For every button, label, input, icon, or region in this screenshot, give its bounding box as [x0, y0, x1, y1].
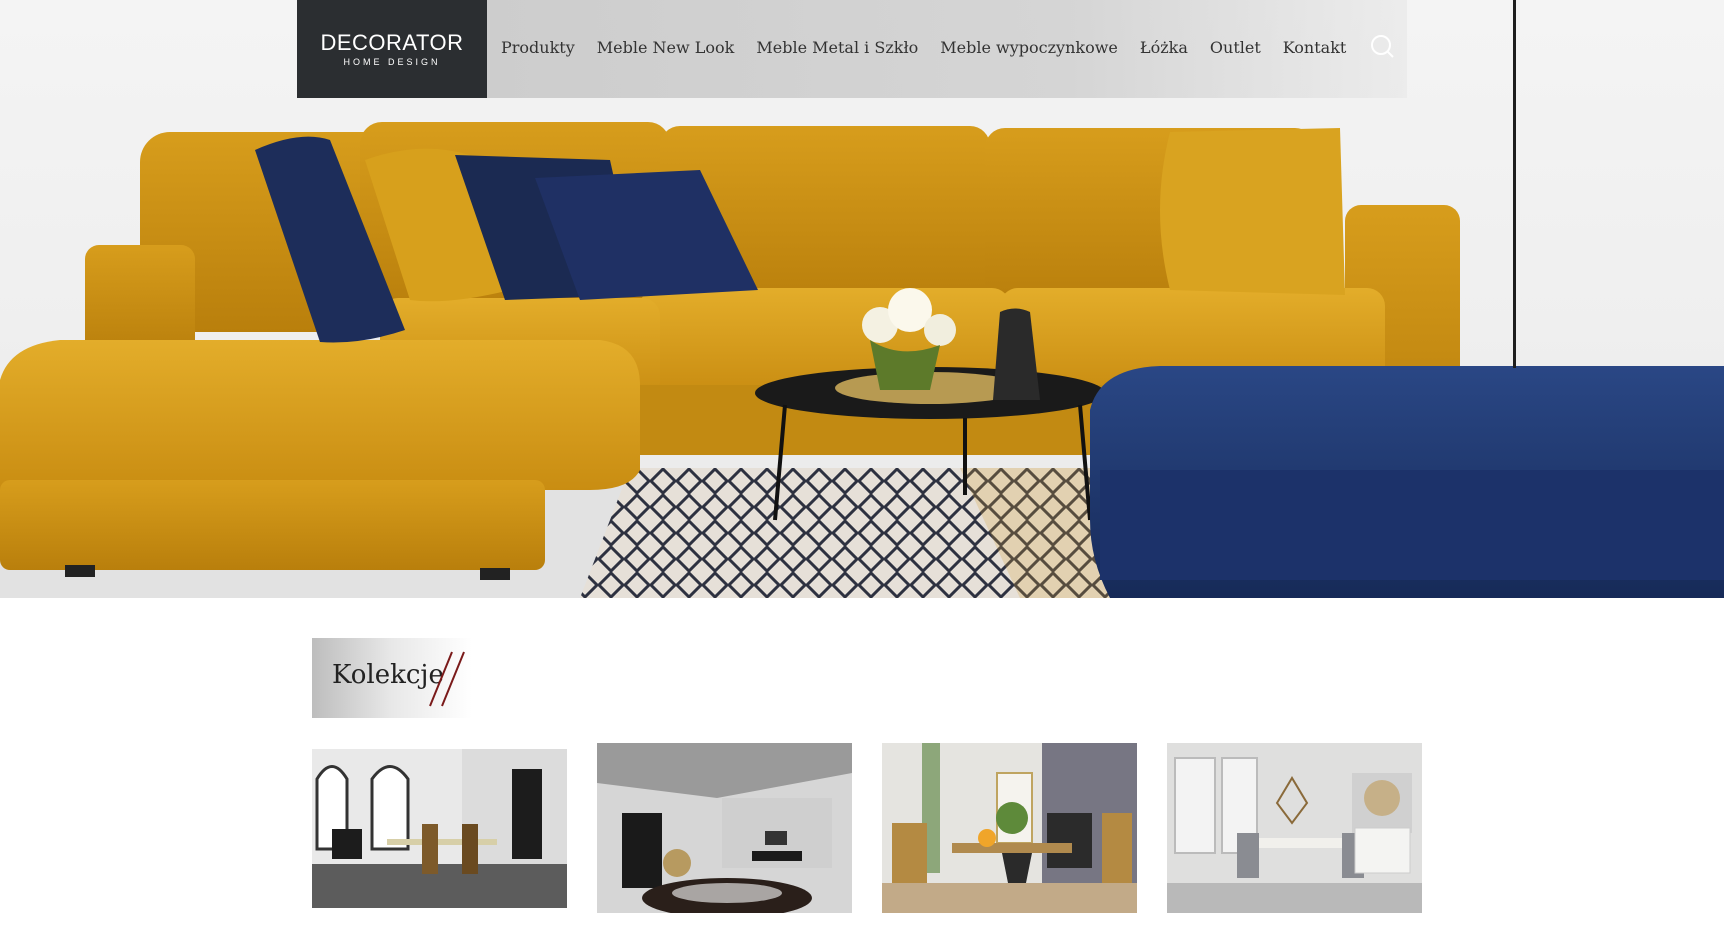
collection-card[interactable] — [1167, 743, 1422, 942]
collection-image-3[interactable] — [882, 743, 1137, 913]
main-navigation: Produkty Meble New Look Meble Metal i Sz… — [501, 0, 1395, 94]
double-slash-icon — [429, 651, 465, 707]
nav-item-meble-new-look[interactable]: Meble New Look — [597, 38, 735, 57]
collection-label — [312, 930, 567, 942]
collection-card[interactable] — [882, 743, 1137, 942]
site-header: DECORATOR HOME DESIGN Produkty Meble New… — [0, 0, 1724, 98]
search-icon[interactable] — [1369, 34, 1395, 60]
collection-card[interactable] — [597, 743, 852, 942]
collection-label — [1167, 935, 1422, 942]
nav-item-meble-metal-i-szklo[interactable]: Meble Metal i Szkło — [756, 38, 918, 57]
collection-label — [882, 935, 1137, 942]
nav-item-kontakt[interactable]: Kontakt — [1283, 38, 1347, 57]
collections-heading: Kolekcje — [312, 638, 472, 718]
collection-image-2[interactable] — [597, 743, 852, 913]
logo-main-text: DECORATOR — [320, 29, 464, 55]
collection-image-1[interactable] — [312, 749, 567, 908]
nav-item-lozka[interactable]: Łóżka — [1140, 38, 1188, 57]
nav-item-produkty[interactable]: Produkty — [501, 38, 575, 57]
site-logo[interactable]: DECORATOR HOME DESIGN — [297, 0, 487, 98]
collection-image-4[interactable] — [1167, 743, 1422, 913]
logo-sub-text: HOME DESIGN — [343, 56, 441, 67]
collections-grid — [312, 743, 1452, 942]
nav-item-outlet[interactable]: Outlet — [1210, 38, 1261, 57]
collection-card[interactable] — [312, 743, 567, 942]
collection-label — [597, 935, 852, 942]
nav-item-meble-wypoczynkowe[interactable]: Meble wypoczynkowe — [940, 38, 1118, 57]
